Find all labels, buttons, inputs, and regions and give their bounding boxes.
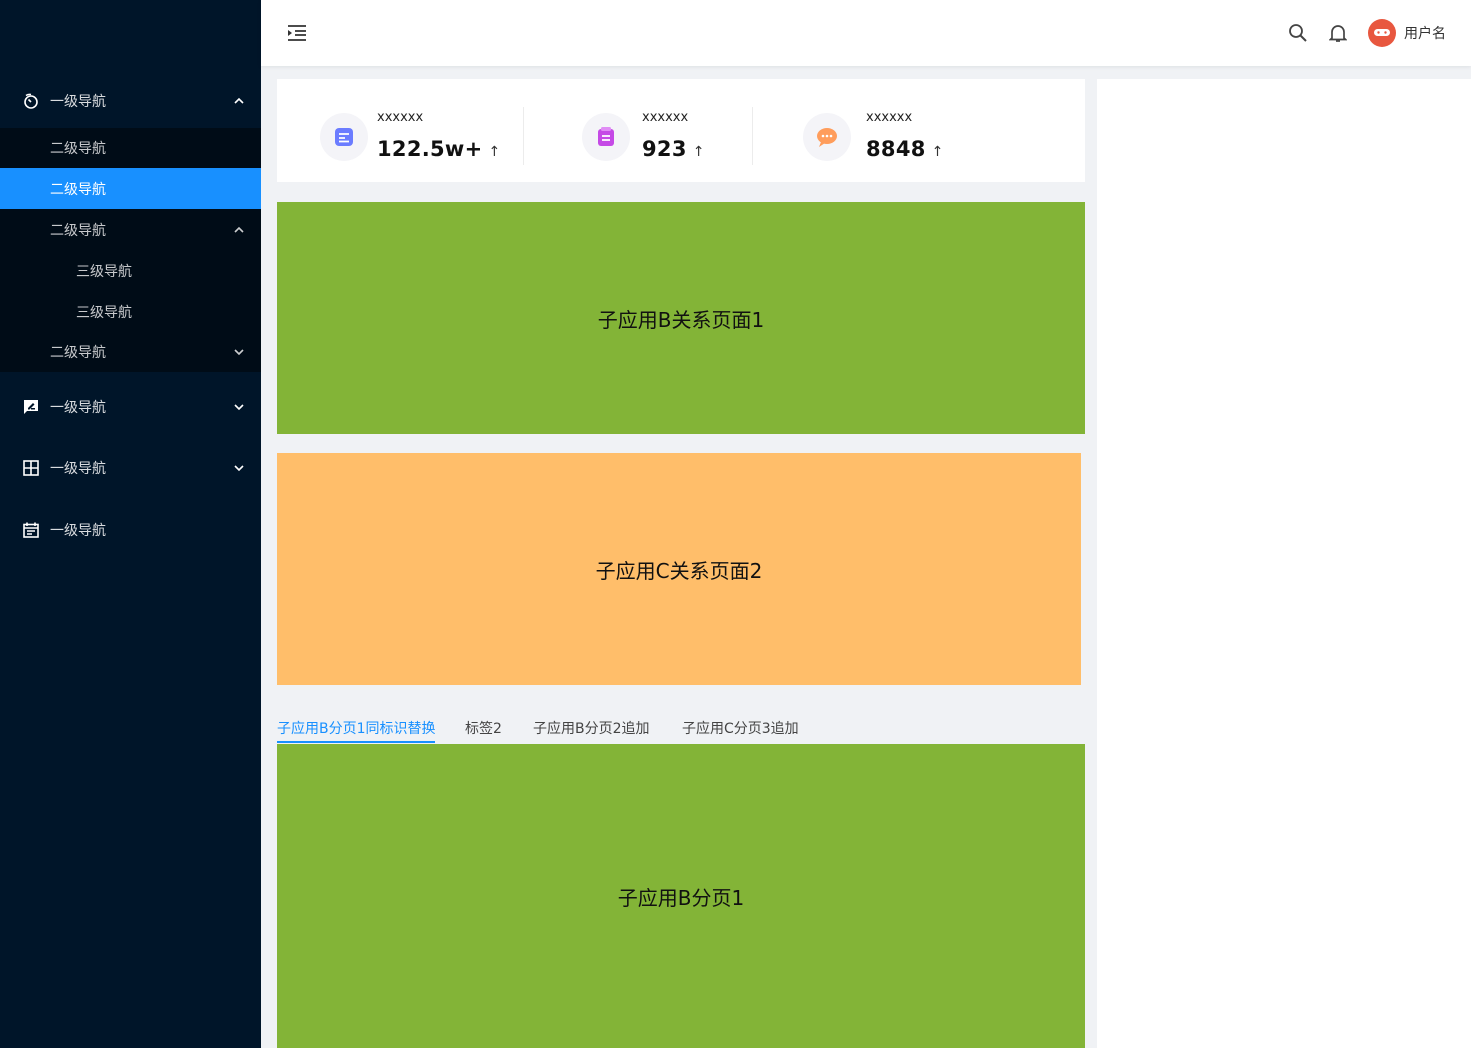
username[interactable]: 用户名 — [1404, 23, 1446, 43]
sidebar-submenu-3-label: 二级导航 — [50, 222, 106, 239]
sidebar-menu-2[interactable]: 一级导航 — [0, 382, 261, 432]
chevron-down-icon — [234, 348, 244, 355]
tab-subapp-b-page-2[interactable]: 子应用B分页2追加 — [533, 718, 650, 738]
stat-label-2: xxxxxx — [642, 110, 689, 125]
sidebar-submenu-1[interactable]: 二级导航 — [0, 127, 261, 168]
stats-card: xxxxxx 122.5w+ ↑ xxxxxx 923 ↑ xxxxxx 8848 ↑ — [277, 79, 1085, 182]
sidebar: 一级导航 二级导航 二级导航 二级导航 三级导航 三级导航 二级导航 一级导航 … — [0, 0, 261, 1048]
document-icon — [320, 113, 368, 161]
chevron-down-icon — [234, 465, 244, 472]
sidebar-submenu-1-label: 二级导航 — [50, 140, 106, 157]
sidebar-menu-1-label: 一级导航 — [50, 94, 106, 110]
search-icon[interactable] — [1288, 23, 1308, 43]
sidebar-menu-3[interactable]: 一级导航 — [0, 443, 261, 493]
stat-item-2: xxxxxx 923 ↑ — [524, 79, 752, 182]
arrow-up-icon: ↑ — [692, 144, 705, 160]
tab-subapp-b-page-1[interactable]: 子应用B分页1同标识替换 — [277, 718, 436, 738]
avatar-face-icon — [1374, 29, 1390, 36]
menu-fold-icon[interactable] — [287, 24, 307, 42]
tab-active-indicator — [277, 741, 435, 743]
stat-item-1: xxxxxx 122.5w+ ↑ — [277, 79, 523, 182]
chat-icon — [803, 113, 851, 161]
grid-icon — [23, 460, 39, 476]
avatar[interactable] — [1368, 19, 1396, 47]
calendar-icon — [23, 522, 39, 538]
stat-number-2: 923 — [642, 137, 687, 161]
tab-content-title: 子应用B分页1 — [617, 885, 745, 910]
chevron-down-icon — [234, 404, 244, 411]
list-icon — [582, 113, 630, 161]
sidebar-third-level-2[interactable]: 三级导航 — [0, 291, 261, 332]
sidebar-submenu-3[interactable]: 二级导航 — [0, 209, 261, 250]
feedback-icon — [24, 400, 38, 414]
stat-label-3: xxxxxx — [866, 110, 913, 125]
sidebar-submenu-2-label: 二级导航 — [50, 181, 106, 198]
sidebar-third-level-1[interactable]: 三级导航 — [0, 250, 261, 291]
sidebar-third-level-1-label: 三级导航 — [76, 263, 132, 280]
sidebar-menu-2-label: 一级导航 — [50, 400, 106, 416]
tab-label-2[interactable]: 标签2 — [465, 718, 502, 738]
arrow-up-icon: ↑ — [488, 144, 501, 160]
subapp-b-page-1-panel: 子应用B关系页面1 — [277, 202, 1085, 434]
stat-value-3: 8848 ↑ — [866, 137, 944, 161]
bell-icon[interactable] — [1329, 23, 1347, 43]
sidebar-submenu-4-label: 二级导航 — [50, 344, 106, 361]
tab-subapp-c-page-3[interactable]: 子应用C分页3追加 — [682, 718, 799, 738]
chevron-up-icon — [234, 226, 244, 233]
chevron-up-icon — [234, 97, 244, 104]
stat-number-3: 8848 — [866, 137, 926, 161]
sidebar-submenu-4[interactable]: 二级导航 — [0, 331, 261, 372]
subapp-b-page-1-title: 子应用B关系页面1 — [597, 307, 765, 332]
sidebar-third-level-2-label: 三级导航 — [76, 304, 132, 321]
stat-item-3: xxxxxx 8848 ↑ — [753, 79, 1085, 182]
stat-label-1: xxxxxx — [377, 110, 424, 125]
sidebar-menu-3-label: 一级导航 — [50, 461, 106, 477]
stat-value-2: 923 ↑ — [642, 137, 705, 161]
arrow-up-icon: ↑ — [931, 144, 944, 160]
tab-content-panel: 子应用B分页1 — [277, 744, 1085, 1048]
sidebar-menu-4[interactable]: 一级导航 — [0, 505, 261, 555]
tab-bar: 子应用B分页1同标识替换 标签2 子应用B分页2追加 子应用C分页3追加 — [277, 712, 1085, 744]
subapp-c-page-2-title: 子应用C关系页面2 — [595, 558, 763, 583]
stat-number-1: 122.5w+ — [377, 137, 483, 161]
timer-icon — [24, 93, 38, 109]
subapp-c-page-2-panel: 子应用C关系页面2 — [277, 453, 1081, 685]
stat-value-1: 122.5w+ ↑ — [377, 137, 501, 161]
right-panel — [1097, 79, 1471, 1048]
sidebar-menu-4-label: 一级导航 — [50, 523, 106, 539]
sidebar-menu-1[interactable]: 一级导航 — [0, 76, 261, 126]
top-header: 用户名 — [261, 0, 1471, 66]
sidebar-submenu-2-active[interactable]: 二级导航 — [0, 168, 261, 209]
